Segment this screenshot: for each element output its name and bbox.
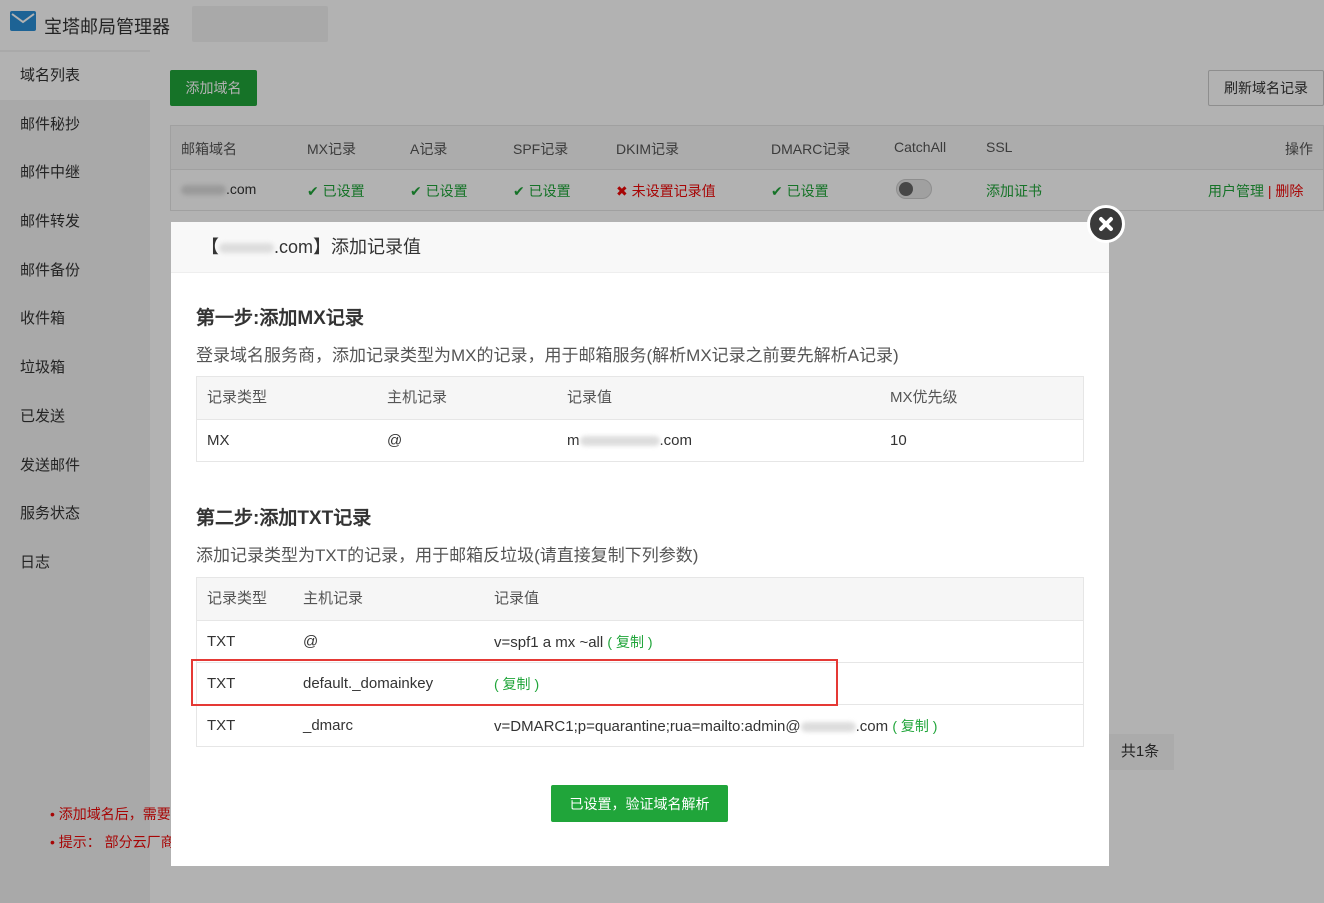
- table-row: TXT _dmarc v=DMARC1;p=quarantine;rua=mai…: [197, 704, 1083, 746]
- col-type: 记录类型: [207, 389, 268, 406]
- record-value: m .com: [567, 432, 693, 449]
- mx-record-table: 记录类型 主机记录 记录值 MX优先级 MX @ m .com 10: [196, 376, 1084, 462]
- table-row: MX @ m .com 10: [197, 419, 1083, 461]
- verify-dns-button[interactable]: 已设置，验证域名解析: [551, 785, 728, 822]
- add-record-modal: 【.com】添加记录值 第一步:添加MX记录 登录域名服务商，添加记录类型为MX…: [171, 222, 1109, 866]
- copy-dmarc-link[interactable]: ( 复制 ): [892, 718, 937, 734]
- col-value: 记录值: [567, 389, 613, 406]
- record-type: TXT: [207, 633, 236, 650]
- record-type: TXT: [207, 717, 236, 734]
- step2-desc: 添加记录类型为TXT的记录，用于邮箱反垃圾(请直接复制下列参数): [196, 546, 699, 565]
- copy-spf-link[interactable]: ( 复制 ): [607, 634, 652, 650]
- table-header: 记录类型 主机记录 记录值: [197, 578, 1083, 620]
- record-value: v=spf1 a mx ~all ( 复制 ): [494, 634, 653, 651]
- col-type: 记录类型: [207, 590, 268, 607]
- col-priority: MX优先级: [890, 389, 958, 406]
- close-icon[interactable]: [1087, 205, 1125, 243]
- record-host: @: [303, 633, 319, 650]
- step2-title: 第二步:添加TXT记录: [196, 508, 372, 529]
- modal-title: 【.com】添加记录值: [171, 222, 1109, 273]
- col-host: 主机记录: [303, 590, 364, 607]
- col-host: 主机记录: [387, 389, 448, 406]
- record-value: v=DMARC1;p=quarantine;rua=mailto:admin@.…: [494, 718, 938, 735]
- record-host: @: [387, 432, 403, 449]
- table-row: TXT @ v=spf1 a mx ~all ( 复制 ): [197, 620, 1083, 662]
- table-header: 记录类型 主机记录 记录值 MX优先级: [197, 377, 1083, 419]
- step1-desc: 登录域名服务商，添加记录类型为MX的记录，用于邮箱服务(解析MX记录之前要先解析…: [196, 346, 899, 365]
- dkim-row-highlight: [191, 659, 838, 706]
- record-priority: 10: [890, 432, 907, 449]
- record-type: MX: [207, 432, 230, 449]
- col-value: 记录值: [494, 590, 540, 607]
- record-host: _dmarc: [303, 717, 354, 734]
- step1-title: 第一步:添加MX记录: [196, 308, 364, 329]
